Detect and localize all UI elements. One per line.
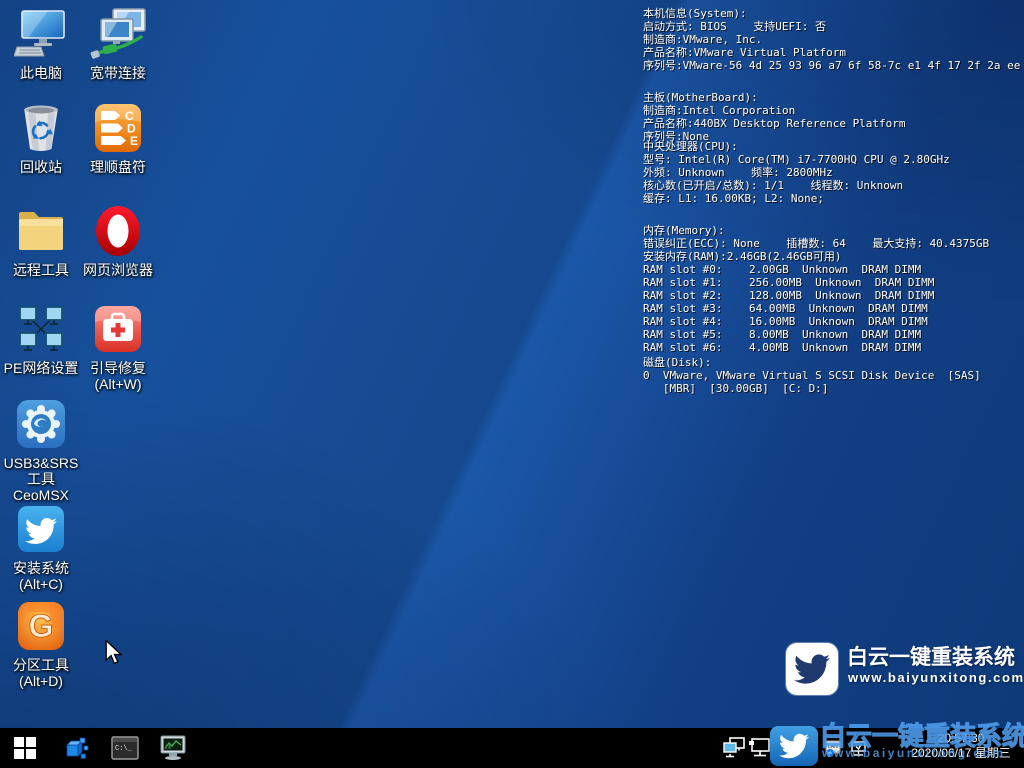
usb3-tool-icon [14, 397, 68, 451]
icon-label: PE网络设置 [2, 360, 80, 376]
icon-label: 安装系统 (Alt+C) [2, 560, 80, 592]
desktop-icon-drive-letters[interactable]: C D E 理顺盘符 [79, 100, 157, 175]
task-manager-icon [159, 735, 187, 761]
recycle-bin-icon [15, 101, 67, 155]
desktop-icon-this-pc[interactable]: 此电脑 [2, 6, 80, 81]
icon-label: USB3&SRS 工具CeoMSX [2, 455, 80, 503]
icon-label: 此电脑 [2, 65, 80, 81]
icon-label: 回收站 [2, 159, 80, 175]
system-info-cpu: 中央处理器(CPU): 型号: Intel(R) Core(TM) i7-770… [643, 140, 950, 205]
brand-url: www.baiyunxitong.com [848, 670, 1024, 685]
install-system-bird-icon [15, 503, 67, 555]
desktop-icon-web-browser[interactable]: 网页浏览器 [79, 203, 157, 278]
icon-label: 分区工具 (Alt+D) [2, 657, 80, 689]
brand-bird-tile [786, 643, 838, 695]
broadband-connection-icon [89, 7, 147, 61]
icon-label: 引导修复 (Alt+W) [79, 360, 157, 392]
tray-dual-display-icon[interactable] [722, 737, 746, 759]
system-info-motherboard: 主板(MotherBoard): 制造商:Intel Corporation 产… [643, 91, 906, 143]
pe-desktop: { "desktop": { "icons": [ { "id": "this-… [0, 0, 1024, 768]
mouse-cursor [103, 640, 125, 671]
icon-label: 网页浏览器 [79, 262, 157, 278]
dual-display-icon [722, 737, 746, 759]
clock-date: 2020/06/17 星期三 [904, 746, 1018, 761]
svg-text:C:\_: C:\_ [115, 745, 133, 753]
cursor-arrow-icon [103, 640, 125, 666]
diskgenius-icon: G [14, 599, 68, 653]
clock-time: 20:57:30 [904, 731, 1018, 746]
desktop-icon-recycle-bin[interactable]: 回收站 [2, 100, 80, 175]
taskbar-button-registry-editor[interactable] [54, 728, 100, 768]
system-info-disk: 磁盘(Disk): 0 VMware, VMware Virtual S SCS… [643, 356, 981, 395]
system-info-system: 本机信息(System): 启动方式: BIOS 支持UEFI: 否 制造商:V… [643, 7, 1024, 72]
remove-hardware-icon [850, 740, 868, 758]
tray-network-icon[interactable] [748, 737, 772, 759]
desktop-icon-broadband[interactable]: 宽带连接 [79, 6, 157, 81]
svg-text:G: G [29, 608, 54, 644]
registry-editor-icon [64, 735, 90, 761]
brand-watermark: 白云一键重装系统 www.baiyunxitong.com [786, 641, 1020, 699]
icon-label: 远程工具 [2, 262, 80, 278]
drive-letter-icon: C D E [91, 101, 145, 155]
boot-repair-icon [92, 303, 144, 355]
desktop-icon-partition-tool[interactable]: G 分区工具 (Alt+D) [2, 598, 80, 689]
tray-remove-hardware-icon[interactable] [850, 740, 868, 758]
svg-text:E: E [130, 134, 138, 148]
twitter-bird-icon [794, 651, 830, 687]
network-settings-icon [15, 303, 67, 355]
desktop-icon-pe-network[interactable]: PE网络设置 [2, 301, 80, 376]
lan-tool-icon: LAN [824, 740, 842, 758]
desktop-icon-usb3-srs[interactable]: USB3&SRS 工具CeoMSX [2, 396, 80, 503]
command-prompt-icon: C:\_ [111, 736, 139, 760]
desktop-icon-remote-tools[interactable]: 远程工具 [2, 203, 80, 278]
network-display-icon [748, 737, 772, 759]
tray-lan-tool-icon[interactable]: LAN [824, 740, 842, 758]
folder-icon [15, 206, 67, 256]
windows-logo-icon [14, 737, 36, 759]
opera-browser-icon [91, 203, 145, 259]
desktop-icon-boot-repair[interactable]: 引导修复 (Alt+W) [79, 301, 157, 392]
brand-title: 白云一键重装系统 [847, 641, 1022, 671]
computer-icon [14, 8, 68, 60]
taskbar-button-task-manager[interactable] [150, 728, 196, 768]
desktop-icon-install-system[interactable]: 安装系统 (Alt+C) [2, 501, 80, 592]
taskbar-clock[interactable]: 20:57:30 2020/06/17 星期三 [904, 731, 1018, 761]
start-button[interactable] [2, 728, 48, 768]
icon-label: 宽带连接 [79, 65, 157, 81]
taskbar: C:\_ LAN [0, 728, 1024, 768]
icon-label: 理顺盘符 [79, 159, 157, 175]
system-info-memory: 内存(Memory): 错误纠正(ECC): None 插槽数: 64 最大支持… [643, 224, 989, 354]
taskbar-button-command-prompt[interactable]: C:\_ [102, 728, 148, 768]
